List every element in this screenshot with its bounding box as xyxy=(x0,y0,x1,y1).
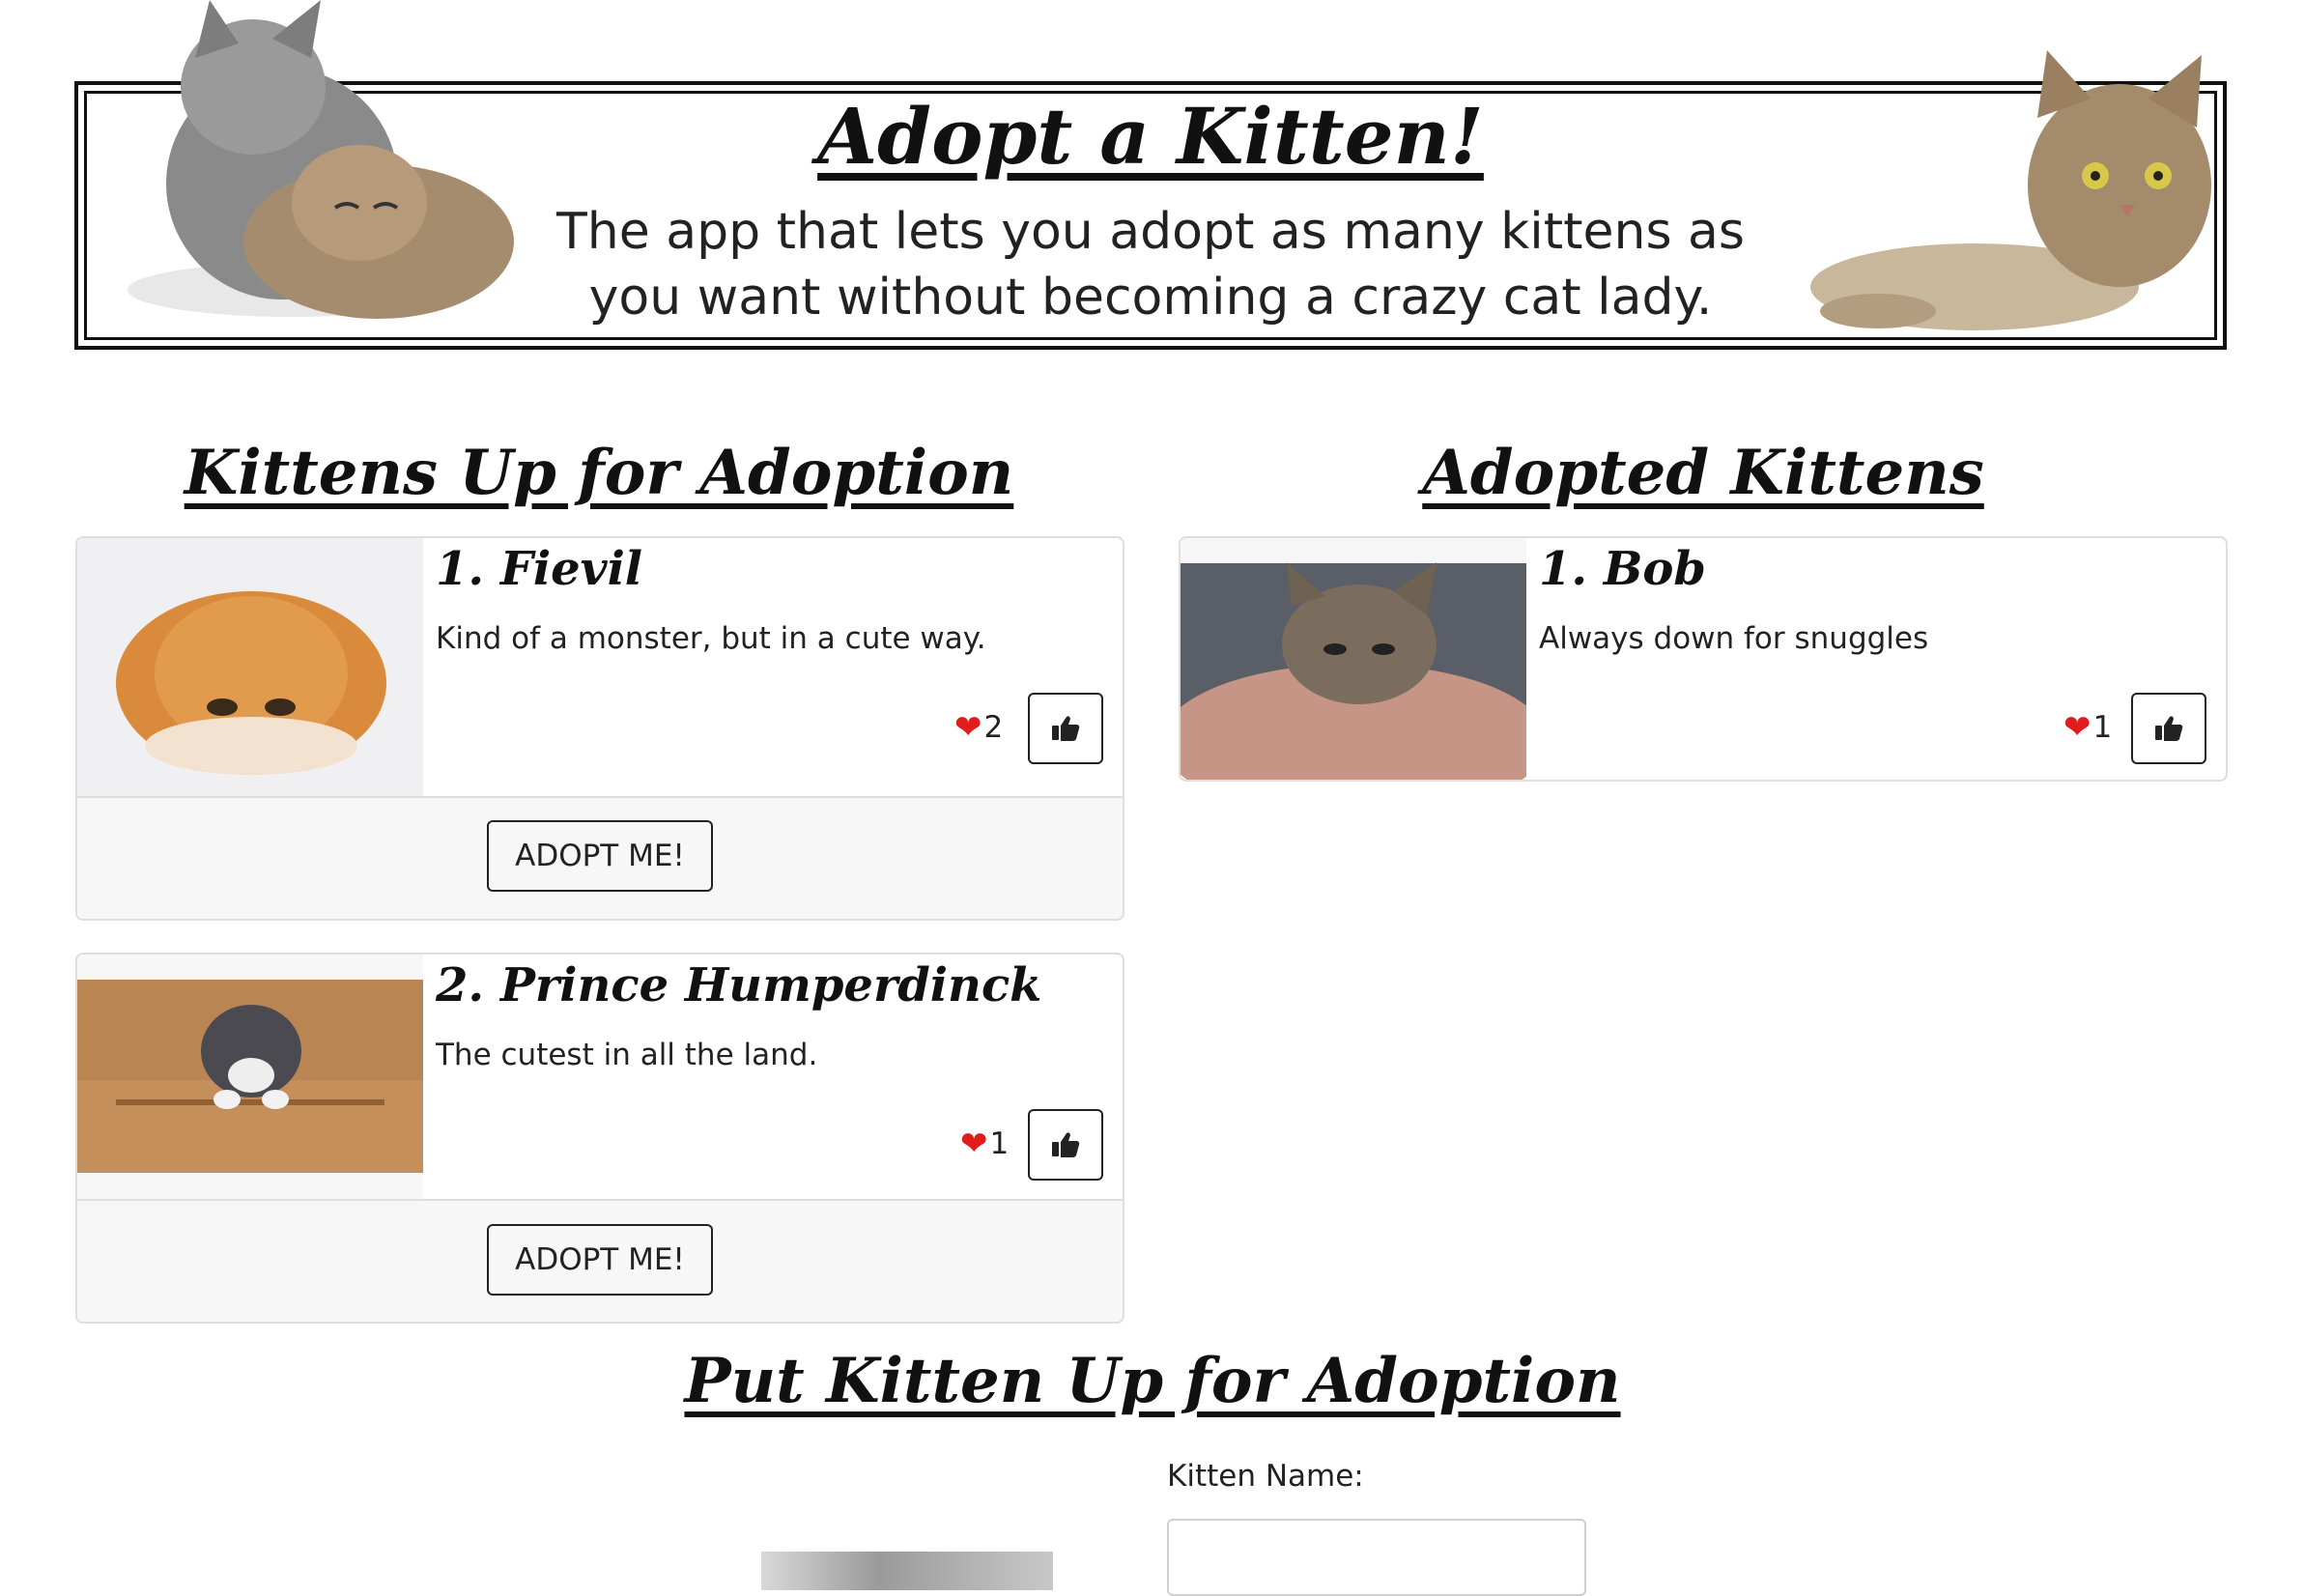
kitten-image-preview xyxy=(761,1552,1053,1590)
put-up-for-adoption-heading: Put Kitten Up for Adoption xyxy=(684,1345,1621,1417)
upvote-button[interactable] xyxy=(1028,1109,1103,1181)
kitten-card-fievil: 1. Fievil Kind of a monster, but in a cu… xyxy=(75,536,1124,921)
kitten-name: 1. Fievil xyxy=(436,542,643,596)
kitten-description: The cutest in all the land. xyxy=(436,1038,818,1072)
kitten-photo xyxy=(1181,538,1548,780)
card-footer: ADOPT ME! xyxy=(77,1199,1123,1322)
available-kittens-heading: Kittens Up for Adoption xyxy=(184,437,1014,509)
like-count-value: 1 xyxy=(989,1126,1010,1161)
like-count: ❤ 2 xyxy=(954,710,1003,745)
kitten-photo xyxy=(77,538,423,799)
kittens-decoration-image xyxy=(128,0,514,319)
kitten-lying-decoration-image xyxy=(1810,50,2211,330)
thumbs-up-icon xyxy=(2155,716,2183,741)
card-footer: ADOPT ME! xyxy=(77,796,1123,919)
like-count-value: 2 xyxy=(983,710,1004,745)
kitten-description: Always down for snuggles xyxy=(1539,621,1929,656)
heart-icon: ❤ xyxy=(960,1125,988,1163)
like-count: ❤ 1 xyxy=(2063,710,2112,745)
kitten-description: Kind of a monster, but in a cute way. xyxy=(436,621,986,656)
app-tagline: The app that lets you adopt as many kitt… xyxy=(503,199,1798,330)
tagline-line-2: you want without becoming a crazy cat la… xyxy=(588,269,1713,327)
like-count: ❤ 1 xyxy=(960,1126,1009,1161)
heart-icon: ❤ xyxy=(2063,708,2092,747)
adopt-me-button[interactable]: ADOPT ME! xyxy=(487,1224,713,1296)
upvote-button[interactable] xyxy=(1028,693,1103,764)
kitten-name-input[interactable] xyxy=(1167,1519,1586,1596)
adopted-card-bob: 1. Bob Always down for snuggles ❤ 1 xyxy=(1179,536,2228,782)
kitten-name: 1. Bob xyxy=(1539,542,1706,596)
heart-icon: ❤ xyxy=(954,708,982,747)
thumbs-up-icon xyxy=(1052,1132,1080,1157)
kitten-name: 2. Prince Humperdinck xyxy=(436,958,1042,1012)
upvote-button[interactable] xyxy=(2131,693,2206,764)
adopted-kittens-heading: Adopted Kittens xyxy=(1422,437,1984,509)
like-count-value: 1 xyxy=(2092,710,2113,745)
thumbs-up-icon xyxy=(1052,716,1080,741)
adopt-me-button[interactable]: ADOPT ME! xyxy=(487,820,713,892)
kitten-name-label: Kitten Name: xyxy=(1167,1459,1364,1494)
kitten-card-prince-humperdinck: 2. Prince Humperdinck The cutest in all … xyxy=(75,953,1124,1324)
tagline-line-1: The app that lets you adopt as many kitt… xyxy=(555,203,1746,261)
kitten-photo xyxy=(77,955,423,1202)
